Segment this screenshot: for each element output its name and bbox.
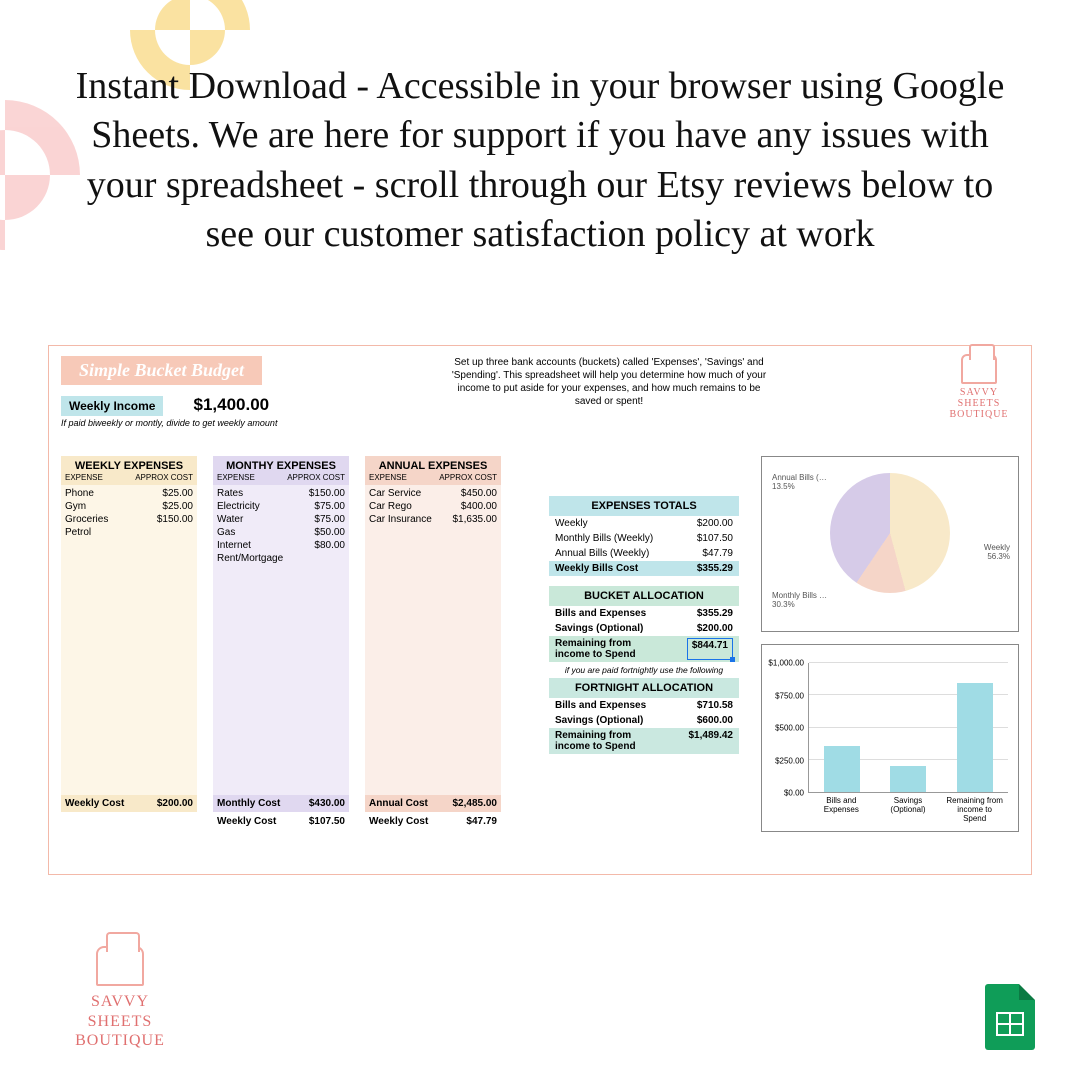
- fortnight-row: Savings (Optional)$600.00: [549, 713, 739, 728]
- table-row: Car Service$450.00: [369, 487, 497, 500]
- sheet-blurb: Set up three bank accounts (buckets) cal…: [444, 356, 774, 408]
- decor-swirl-pink: [0, 100, 80, 250]
- bucket-row: Bills and Expenses$355.29: [549, 606, 739, 621]
- monthly-expenses-column: MONTHY EXPENSES EXPENSEAPPROX COST Rates…: [213, 456, 349, 830]
- bar-y-axis: $1,000.00 $750.00 $500.00 $250.00 $0.00: [768, 663, 808, 793]
- table-row: Rent/Mortgage: [217, 552, 345, 565]
- annual-total: Annual Cost$2,485.00: [365, 795, 501, 812]
- bar-chart: $1,000.00 $750.00 $500.00 $250.00 $0.00: [761, 644, 1019, 832]
- bar: [824, 746, 860, 792]
- annual-content: Car Service$450.00 Car Rego$400.00 Car I…: [365, 485, 501, 795]
- total-row: Weekly$200.00: [549, 516, 739, 531]
- income-note: If paid biweekly or montly, divide to ge…: [61, 418, 1019, 428]
- income-label: Weekly Income: [61, 396, 163, 416]
- weekly-bills-cost: Weekly Bills Cost$355.29: [549, 561, 739, 576]
- logo-icon: [961, 354, 997, 384]
- pie-slice-label: Monthly Bills …30.3%: [772, 591, 827, 609]
- annual-subhead: EXPENSEAPPROX COST: [365, 473, 501, 485]
- bar-x-labels: Bills and Expenses Savings (Optional) Re…: [808, 797, 1008, 823]
- google-sheets-icon: [985, 984, 1035, 1050]
- table-row: Water$75.00: [217, 513, 345, 526]
- monthly-total: Monthly Cost$430.00: [213, 795, 349, 812]
- table-row: Electricity$75.00: [217, 500, 345, 513]
- income-value: $1,400.00: [193, 395, 269, 415]
- table-row: Internet$80.00: [217, 539, 345, 552]
- logo-text-2: BOUTIQUE: [939, 409, 1019, 420]
- fortnight-note: if you are paid fortnightly use the foll…: [549, 662, 739, 678]
- annual-expenses-column: ANNUAL EXPENSES EXPENSEAPPROX COST Car S…: [365, 456, 501, 830]
- sheet-title: Simple Bucket Budget: [61, 356, 262, 385]
- bucket-row: Savings (Optional)$200.00: [549, 621, 739, 636]
- bar: [890, 766, 926, 792]
- pie-slice-label: Weekly56.3%: [984, 543, 1010, 561]
- table-row: Groceries$150.00: [65, 513, 193, 526]
- bar: [957, 683, 993, 792]
- pie-icon: [830, 473, 950, 593]
- expense-columns: WEEKLY EXPENSES EXPENSEAPPROX COST Phone…: [61, 456, 501, 830]
- table-row: Car Rego$400.00: [369, 500, 497, 513]
- monthly-subhead: EXPENSEAPPROX COST: [213, 473, 349, 485]
- bucket-allocation-heading: BUCKET ALLOCATION: [549, 586, 739, 606]
- total-row: Monthly Bills (Weekly)$107.50: [549, 531, 739, 546]
- brand-logo: SAVVY SHEETS BOUTIQUE: [939, 354, 1019, 434]
- footer-logo-text-2: BOUTIQUE: [60, 1031, 180, 1050]
- fortnight-allocation-heading: FORTNIGHT ALLOCATION: [549, 678, 739, 698]
- weekly-expenses-column: WEEKLY EXPENSES EXPENSEAPPROX COST Phone…: [61, 456, 197, 830]
- weekly-subhead: EXPENSEAPPROX COST: [61, 473, 197, 485]
- table-row: Car Insurance$1,635.00: [369, 513, 497, 526]
- weekly-content: Phone$25.00 Gym$25.00 Groceries$150.00 P…: [61, 485, 197, 795]
- annual-heading: ANNUAL EXPENSES: [365, 456, 501, 473]
- monthly-heading: MONTHY EXPENSES: [213, 456, 349, 473]
- total-row: Annual Bills (Weekly)$47.79: [549, 546, 739, 561]
- table-row: Gym$25.00: [65, 500, 193, 513]
- footer-brand-logo: SAVVY SHEETS BOUTIQUE: [60, 946, 180, 1050]
- pie-chart: Annual Bills (…13.5% Weekly56.3% Monthly…: [761, 456, 1019, 632]
- table-row: Rates$150.00: [217, 487, 345, 500]
- fortnight-row: Bills and Expenses$710.58: [549, 698, 739, 713]
- charts-column: Annual Bills (…13.5% Weekly56.3% Monthly…: [761, 456, 1019, 844]
- headline-text: Instant Download - Accessible in your br…: [70, 62, 1010, 260]
- pie-slice-label: Annual Bills (…13.5%: [772, 473, 827, 491]
- weekly-total: Weekly Cost$200.00: [61, 795, 197, 812]
- footer-logo-text-1: SAVVY SHEETS: [60, 992, 180, 1030]
- monthly-content: Rates$150.00 Electricity$75.00 Water$75.…: [213, 485, 349, 795]
- bucket-remaining: Remaining from income to Spend$844.71: [549, 636, 739, 662]
- annual-weekly-cost: Weekly Cost$47.79: [365, 812, 501, 830]
- weekly-heading: WEEKLY EXPENSES: [61, 456, 197, 473]
- logo-text-1: SAVVY SHEETS: [939, 387, 1019, 409]
- bar-plot: [808, 663, 1008, 793]
- spreadsheet-preview: Simple Bucket Budget Set up three bank a…: [48, 345, 1032, 875]
- logo-icon: [96, 946, 144, 986]
- table-row: Phone$25.00: [65, 487, 193, 500]
- monthly-weekly-cost: Weekly Cost$107.50: [213, 812, 349, 830]
- summary-column: EXPENSES TOTALS Weekly$200.00 Monthly Bi…: [549, 496, 739, 754]
- table-row: Gas$50.00: [217, 526, 345, 539]
- table-row: Petrol: [65, 526, 193, 539]
- fortnight-remaining: Remaining from income to Spend$1,489.42: [549, 728, 739, 754]
- expenses-totals-heading: EXPENSES TOTALS: [549, 496, 739, 516]
